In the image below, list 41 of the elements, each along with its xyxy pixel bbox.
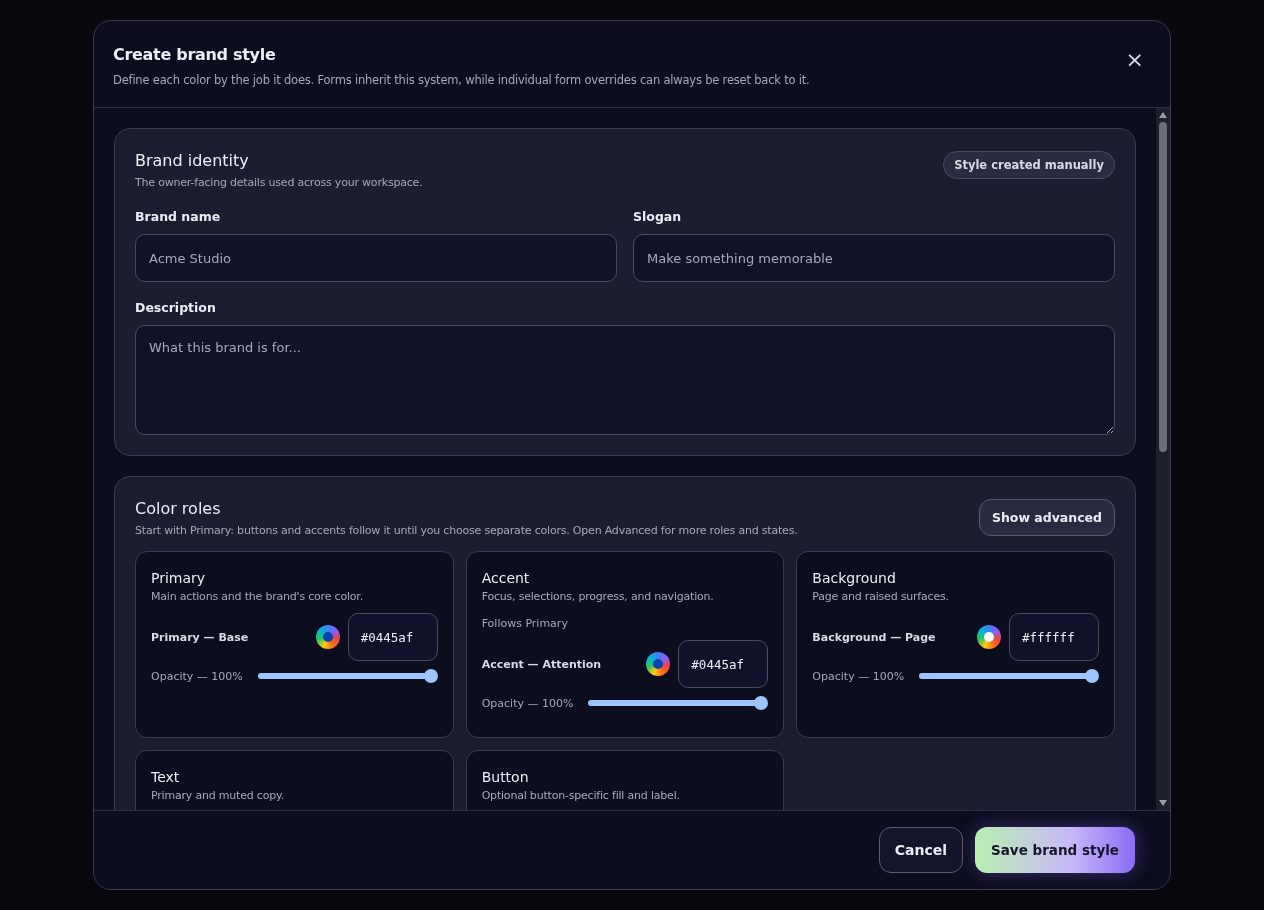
show-advanced-button[interactable]: Show advanced <box>978 499 1115 536</box>
opacity-label: Opacity — 100% <box>151 669 243 683</box>
color-label: Primary — Base <box>151 630 250 644</box>
section-subtitle: The owner-facing details used across your workspace. <box>135 176 423 189</box>
scrollbar[interactable] <box>1156 108 1170 810</box>
opacity-label: Opacity — 100% <box>812 669 905 683</box>
role-description: Page and raised surfaces. <box>812 590 950 603</box>
section-title: Brand identity <box>135 151 250 170</box>
color-label: Accent — Attention <box>481 657 603 671</box>
color-wheel-icon[interactable] <box>315 625 340 649</box>
color-wheel-icon[interactable] <box>977 625 1001 649</box>
hex-field[interactable]: #0445af <box>678 640 769 688</box>
dialog-title: Create brand style <box>113 45 277 64</box>
hex-field[interactable]: #0445af <box>347 613 438 661</box>
role-name: Accent <box>481 570 531 586</box>
input-field[interactable]: Acme Studio <box>135 234 617 282</box>
color-wheel-icon[interactable] <box>646 652 671 676</box>
cancel-button[interactable]: Cancel <box>878 827 964 873</box>
section-subtitle: Start with Primary: buttons and accents follow it until you choose separate colors. Open Advanced for more roles and states. <box>135 524 798 537</box>
save-button[interactable]: Save brand style <box>975 827 1135 873</box>
description-field[interactable]: What this brand is for... <box>135 325 1115 435</box>
role-name: Button <box>481 769 530 785</box>
field-label: Description <box>135 300 217 315</box>
dialog-subtitle: Define each color by the job it does. Forms inherit this system, while individual form overrides can always be reset back to it. <box>113 73 810 87</box>
opacity-label: Opacity — 100% <box>481 696 574 710</box>
hex-field[interactable]: #ffffff <box>1009 613 1099 661</box>
role-description: Main actions and the brand's core color. <box>151 590 364 603</box>
role-description: Primary and muted copy. <box>151 789 286 802</box>
role-note: Follows Primary <box>481 617 569 630</box>
status-badge: Style created manually <box>943 151 1115 179</box>
role-name: Background <box>812 570 897 586</box>
close-button[interactable]: × <box>1119 49 1150 71</box>
role-name: Primary <box>151 570 207 586</box>
field-label: Brand name <box>135 209 222 224</box>
input-field[interactable]: Make something memorable <box>633 234 1115 282</box>
role-description: Focus, selections, progress, and navigation. <box>481 590 715 603</box>
role-description: Optional button-specific fill and label. <box>481 789 681 802</box>
section-title: Color roles <box>135 499 222 518</box>
role-name: Text <box>151 769 181 785</box>
color-label: Background — Page <box>812 630 937 644</box>
field-label: Slogan <box>633 209 683 224</box>
